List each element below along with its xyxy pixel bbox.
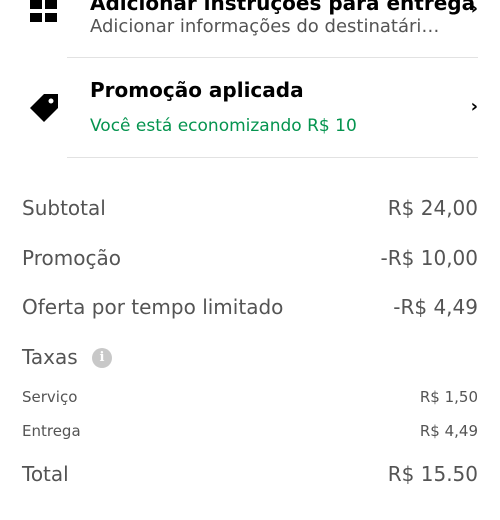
grid-icon [30, 0, 58, 24]
delivery-fee-value: R$ 4,49 [419, 422, 478, 440]
subtotal-label: Subtotal [22, 196, 106, 220]
service-fee-label: Serviço [22, 388, 78, 406]
recipient-row[interactable]: Adicionar instruções para entrega Adicio… [0, 0, 500, 58]
tag-icon [30, 94, 58, 122]
recipient-row-subtitle: Adicionar informações do destinatário ..… [90, 16, 450, 37]
total-label: Total [22, 462, 69, 486]
chevron-right-icon: › [470, 96, 478, 117]
service-fee-value: R$ 1,50 [419, 388, 478, 406]
limited-offer-value: -R$ 4,49 [393, 295, 478, 319]
recipient-row-title: Adicionar instruções para entrega [90, 0, 476, 15]
promotion-label: Promoção [22, 246, 121, 270]
delivery-fee-label: Entrega [22, 422, 81, 440]
fees-label: Taxas [22, 345, 78, 369]
promotion-value: -R$ 10,00 [380, 246, 478, 270]
limited-offer-label: Oferta por tempo limitado [22, 295, 284, 319]
total-value: R$ 15.50 [387, 462, 478, 486]
subtotal-value: R$ 24,00 [387, 196, 478, 220]
info-icon[interactable]: i [92, 348, 112, 368]
promo-savings-text: Você está economizando R$ 10 [90, 116, 357, 136]
chevron-right-icon: › [470, 0, 478, 19]
promo-applied-row[interactable]: Promoção aplicada Você está economizando… [0, 58, 500, 158]
divider [67, 157, 478, 158]
promo-title: Promoção aplicada [90, 78, 304, 102]
